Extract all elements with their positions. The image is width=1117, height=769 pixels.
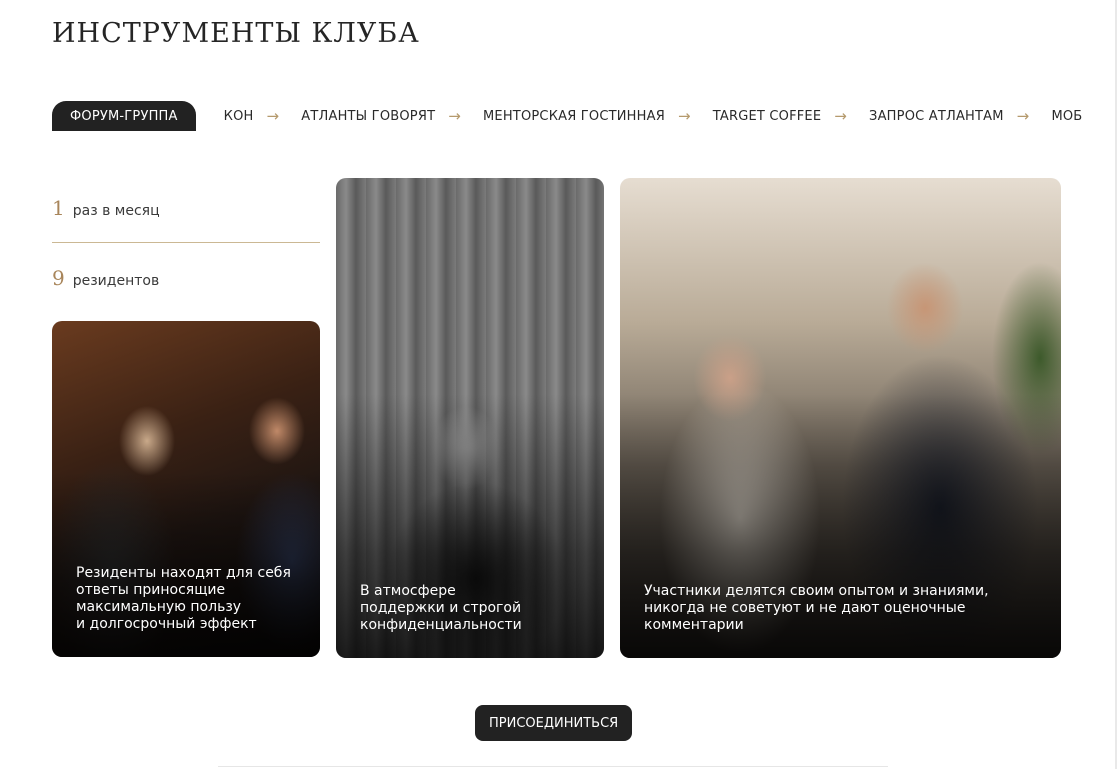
stat-number: 9 xyxy=(52,266,65,290)
tab-label: КОН xyxy=(223,108,254,124)
join-button[interactable]: ПРИСОЕДИНИТЬСЯ xyxy=(475,705,633,741)
tools-tabs: ФОРУМ-ГРУППА КОН → АТЛАНТЫ ГОВОРЯТ → МЕН… xyxy=(52,101,1104,131)
arrow-right-icon: → xyxy=(266,107,280,125)
stat-number: 1 xyxy=(52,196,65,220)
stat-frequency: 1 раз в месяц xyxy=(52,196,160,220)
tab-label: МЕНТОРСКАЯ ГОСТИННАЯ xyxy=(483,108,665,124)
tab-mob[interactable]: МОБ xyxy=(1051,109,1082,124)
stat-divider xyxy=(52,242,320,243)
card-caption: Резиденты находят для себя ответы принос… xyxy=(76,565,291,632)
stat-label: резидентов xyxy=(72,273,160,289)
card-caption: В атмосфере поддержки и строгой конфиден… xyxy=(360,583,522,633)
tab-mentor-lounge[interactable]: МЕНТОРСКАЯ ГОСТИННАЯ → xyxy=(483,107,691,125)
tab-atlants-speak[interactable]: АТЛАНТЫ ГОВОРЯТ → xyxy=(301,107,461,125)
photo-card-residents: Резиденты находят для себя ответы принос… xyxy=(52,321,320,657)
arrow-right-icon: → xyxy=(677,107,691,125)
stat-residents: 9 резидентов xyxy=(52,266,159,290)
arrow-right-icon: → xyxy=(834,107,848,125)
tab-request-atlants[interactable]: ЗАПРОС АТЛАНТАМ → xyxy=(869,107,1029,125)
tab-label: ЗАПРОС АТЛАНТАМ xyxy=(869,108,1004,124)
tab-forum-group[interactable]: ФОРУМ-ГРУППА xyxy=(52,101,196,131)
photo-card-participants: Участники делятся своим опытом и знаниям… xyxy=(620,178,1061,658)
arrow-right-icon: → xyxy=(1016,107,1030,125)
tab-label: АТЛАНТЫ ГОВОРЯТ xyxy=(301,108,436,124)
tab-kon[interactable]: КОН → xyxy=(224,107,280,125)
photo-card-atmosphere: В атмосфере поддержки и строгой конфиден… xyxy=(336,178,604,658)
arrow-right-icon: → xyxy=(448,107,461,125)
stat-label: раз в месяц xyxy=(72,203,160,219)
card-caption: Участники делятся своим опытом и знаниям… xyxy=(644,583,989,633)
bottom-divider xyxy=(218,766,888,767)
tab-label: TARGET COFFEE xyxy=(712,108,822,124)
page: ИНСТРУМЕНТЫ КЛУБА ФОРУМ-ГРУППА КОН → АТЛ… xyxy=(0,0,1117,769)
section-title: ИНСТРУМЕНТЫ КЛУБА xyxy=(52,18,420,49)
tab-target-coffee[interactable]: TARGET COFFEE → xyxy=(713,107,847,125)
tab-label: МОБ xyxy=(1051,108,1083,124)
